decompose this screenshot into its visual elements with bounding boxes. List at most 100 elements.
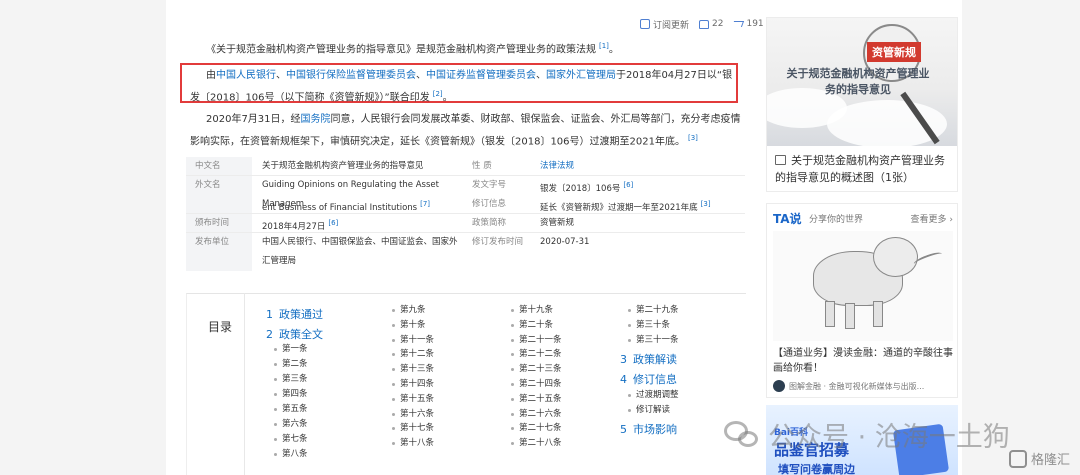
- info-row: 汇管理局: [186, 252, 745, 271]
- info-value: 2020-07-31: [540, 237, 590, 247]
- toc-subitem[interactable]: 第二十二条: [511, 347, 562, 359]
- info-key: 发布单位: [186, 233, 252, 252]
- wechat-icon: [724, 419, 760, 449]
- elephant-leg-shape: [845, 303, 855, 329]
- info-value: 法律法规: [528, 157, 745, 176]
- toc-item-policy-passed[interactable]: 1 政策通过: [266, 306, 323, 322]
- toc-item-policy-fulltext[interactable]: 2 政策全文: [266, 326, 323, 342]
- reference-link[interactable]: [2]: [433, 90, 443, 98]
- info-value: Guiding Opinions on Regulating the Asset…: [262, 180, 439, 209]
- toc-subitem[interactable]: 第七条: [274, 432, 308, 444]
- info-row: 发布单位 中国人民银行、中国银保监会、中国证监会、国家外 修订发布时间 2020…: [186, 233, 745, 252]
- toc-item-market-impact[interactable]: 5 市场影响: [620, 421, 677, 437]
- reference-link[interactable]: [6]: [623, 181, 633, 189]
- toc-subitem[interactable]: 第四条: [274, 387, 308, 399]
- toc-subitem[interactable]: 第十八条: [391, 436, 434, 448]
- info-value: 延长《资管新规》过渡期一年至2021年底 [3]: [540, 200, 711, 213]
- info-row: ent Business of Financial Institutions [7…: [186, 195, 745, 214]
- toc-subitem[interactable]: 第三十一条: [628, 333, 679, 345]
- toc-item-revision-info[interactable]: 4 修订信息: [620, 371, 677, 387]
- bubble-shape: [738, 431, 758, 447]
- toc-subitem[interactable]: 第十条: [392, 318, 426, 330]
- reference-link[interactable]: [3]: [688, 134, 698, 142]
- image-icon: [775, 155, 786, 165]
- image-caption[interactable]: 关于规范金融机构资产管理业务的指导意见的概述图（1张）: [775, 152, 955, 186]
- article-toolbar: 订阅更新 22 191: [640, 16, 764, 32]
- subscribe-button[interactable]: 订阅更新: [640, 18, 689, 31]
- elephant-illustration[interactable]: [773, 231, 953, 341]
- reference-link[interactable]: [1]: [599, 42, 609, 50]
- toc-subitem[interactable]: 第十七条: [391, 421, 434, 433]
- info-row: 颁布时间 2018年4月27日 [6] 政策简称 资管新规: [186, 214, 745, 233]
- info-key: 修订信息: [472, 199, 507, 209]
- info-key: [186, 195, 252, 214]
- info-key: [186, 252, 252, 271]
- issuer-paragraph: 由中国人民银行、中国银行保险监督管理委员会、中国证券监督管理委员会、国家外汇管理…: [190, 70, 733, 104]
- overview-image[interactable]: 资管新规 关于规范金融机构资产管理业务的指导意见: [767, 18, 957, 146]
- toc-subitem[interactable]: 第五条: [274, 402, 308, 414]
- info-key: 颁布时间: [186, 214, 252, 233]
- toc-subitem[interactable]: 第二十三条: [511, 362, 562, 374]
- toc-subitem[interactable]: 第二条: [274, 357, 308, 369]
- ta-share-card: TA说 分享你的世界 查看更多 › 【通道业务】漫读金融：通道的辛酸往事画给你看…: [766, 203, 958, 398]
- wechat-watermark: 公众号 · 沧海一土狗: [724, 414, 1010, 454]
- link-csrc[interactable]: 中国证券监督管理委员会: [426, 70, 536, 81]
- toc-subitem[interactable]: 第三条: [274, 372, 308, 384]
- nature-link[interactable]: 法律法规: [540, 161, 574, 171]
- basic-info-table: 中文名 关于规范金融机构资产管理业务的指导意见 性 质 法律法规 外文名 Gui…: [186, 157, 745, 271]
- toc-subitem[interactable]: 第十一条: [391, 333, 434, 345]
- reference-link[interactable]: [7]: [420, 200, 430, 208]
- toc-subitem[interactable]: 第三十条: [627, 318, 670, 330]
- info-value: 汇管理局: [262, 256, 297, 266]
- toc-subitem[interactable]: 第一条: [274, 342, 308, 354]
- banner-subline: 填写问卷赢周边: [778, 463, 855, 475]
- toc-subitem[interactable]: 第八条: [274, 447, 308, 459]
- page-margin-left: [0, 0, 166, 475]
- info-value: 资管新规: [540, 218, 575, 228]
- toc-subitem[interactable]: 第十五条: [391, 392, 434, 404]
- toc-subitem[interactable]: 第二十八条: [511, 436, 562, 448]
- toc-item-policy-interpretation[interactable]: 3 政策解读: [620, 351, 677, 367]
- info-key: 外文名: [186, 176, 252, 195]
- elephant-head-shape: [873, 237, 918, 277]
- toc-subitem[interactable]: 过渡期调整: [628, 388, 679, 400]
- see-more-link[interactable]: 查看更多 ›: [911, 212, 953, 225]
- link-state-council[interactable]: 国务院: [301, 114, 331, 125]
- toc-subitem[interactable]: 第十六条: [391, 407, 434, 419]
- share-button[interactable]: 191: [732, 19, 764, 29]
- link-safe[interactable]: 国家外汇管理局: [546, 70, 616, 81]
- toc-title: 目录: [208, 320, 233, 334]
- like-button[interactable]: 22: [699, 19, 723, 29]
- toc-subitem[interactable]: 第十二条: [391, 347, 434, 359]
- info-key: [462, 252, 528, 271]
- toc-subitem[interactable]: 第十九条: [510, 303, 553, 315]
- info-row: 外文名 Guiding Opinions on Regulating the A…: [186, 176, 745, 209]
- image-badge: 资管新规: [867, 42, 921, 62]
- toc-subitem[interactable]: 第六条: [274, 417, 308, 429]
- reference-link[interactable]: [3]: [701, 200, 711, 208]
- toc-subitem[interactable]: 第二十七条: [511, 421, 562, 433]
- article-link[interactable]: 【通道业务】漫读金融：通道的辛酸往事画给你看！: [773, 346, 955, 376]
- toc-subitem[interactable]: 修订解读: [627, 403, 670, 415]
- share-icon: [732, 21, 745, 27]
- toc-subitem[interactable]: 第二十九条: [628, 303, 679, 315]
- overview-image-card[interactable]: 资管新规 关于规范金融机构资产管理业务的指导意见 关于规范金融机构资产管理业务的…: [766, 17, 958, 192]
- toc-subitem[interactable]: 第九条: [392, 303, 426, 315]
- toc-subitem[interactable]: 第二十条: [510, 318, 553, 330]
- reference-link[interactable]: [6]: [328, 219, 338, 227]
- toc-subitem[interactable]: 第二十一条: [511, 333, 562, 345]
- avatar: [773, 380, 785, 392]
- toc-subitem[interactable]: 第二十五条: [511, 392, 562, 404]
- link-pboc[interactable]: 中国人民银行: [216, 70, 276, 81]
- toc-subitem[interactable]: 第十三条: [391, 362, 434, 374]
- info-value: 关于规范金融机构资产管理业务的指导意见: [262, 161, 424, 171]
- ta-logo: TA说: [773, 212, 802, 226]
- subscribe-icon: [640, 19, 650, 29]
- toc-subitem[interactable]: 第二十六条: [511, 407, 562, 419]
- info-row: 中文名 关于规范金融机构资产管理业务的指导意见 性 质 法律法规: [186, 157, 745, 176]
- toc-subitem[interactable]: 第二十四条: [511, 377, 562, 389]
- info-key: 中文名: [186, 157, 252, 176]
- toc-subitem[interactable]: 第十四条: [391, 377, 434, 389]
- link-cbirc[interactable]: 中国银行保险监督管理委员会: [286, 70, 416, 81]
- divider: [244, 293, 245, 475]
